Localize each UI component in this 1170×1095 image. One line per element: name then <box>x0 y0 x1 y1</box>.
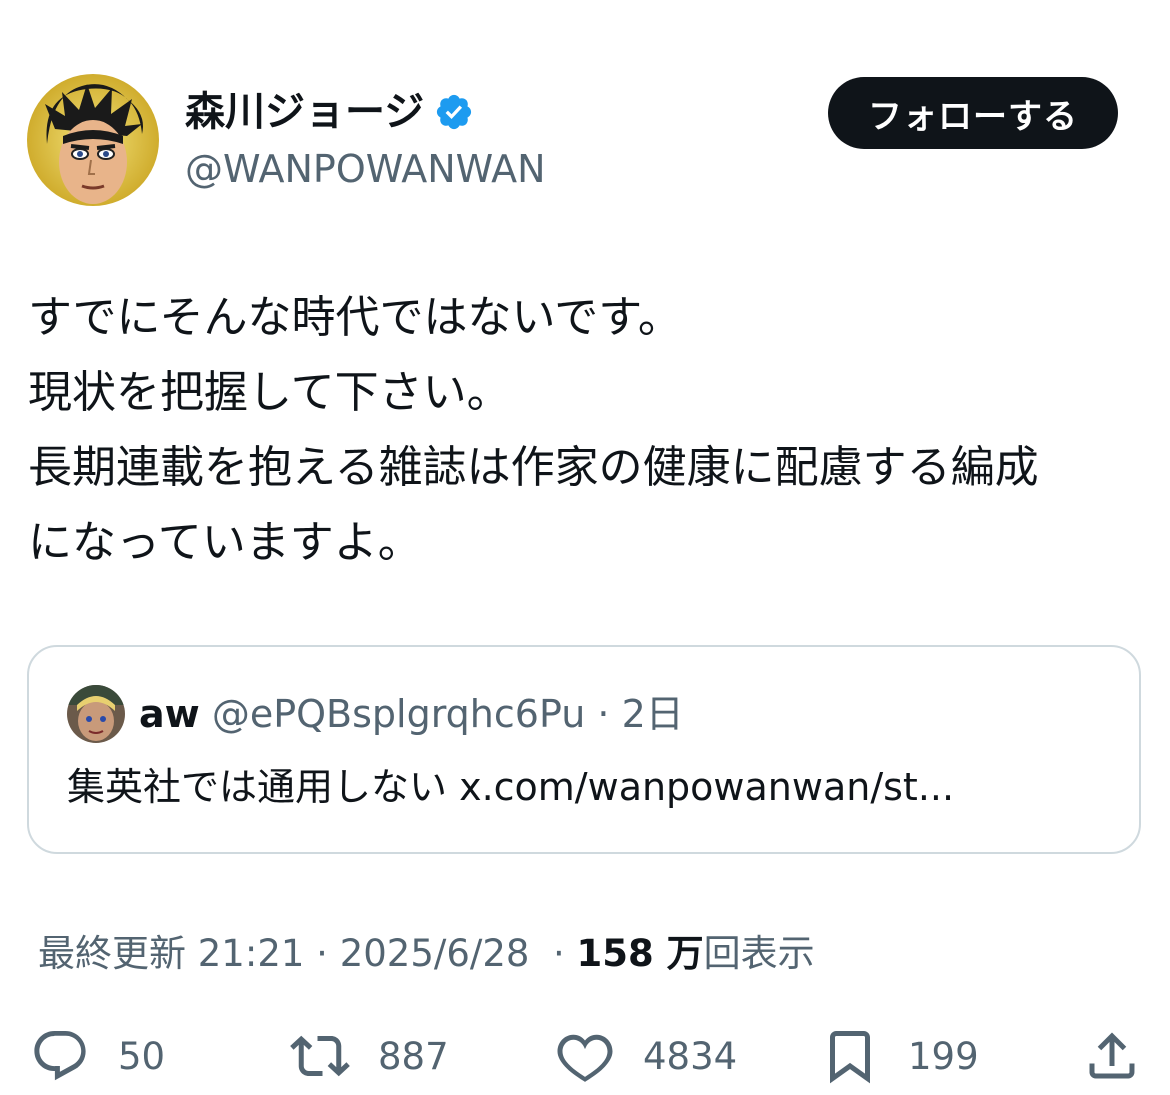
tweet-line: すでにそんな時代ではないです。 <box>28 292 682 343</box>
views-count: 158 万 <box>576 932 704 975</box>
tweet-time[interactable]: 21:21 <box>198 932 305 975</box>
author-handle[interactable]: @WANPOWANWAN <box>185 144 546 194</box>
heart-icon <box>557 1034 613 1082</box>
bookmark-button[interactable]: 199 <box>820 1025 979 1087</box>
tweet-line: 長期連載を抱える雑誌は作家の健康に配慮する編成 <box>28 442 1039 493</box>
follow-button[interactable]: フォローする <box>828 77 1118 149</box>
quoted-author-handle[interactable]: @ePQBsplgrqhc6Pu <box>212 692 585 736</box>
views-label: 回表示 <box>703 932 815 975</box>
like-button[interactable]: 4834 <box>555 1025 737 1087</box>
quoted-tweet-card[interactable]: aw @ePQBsplgrqhc6Pu · 2日 集英社では通用しない x.co… <box>27 645 1141 854</box>
like-count: 4834 <box>643 1034 738 1078</box>
quoted-avatar-icon <box>67 685 125 743</box>
quoted-author-avatar[interactable] <box>67 685 125 743</box>
separator-dot: · <box>552 932 565 975</box>
quoted-tweet-text: 集英社では通用しない x.com/wanpowanwan/st... <box>67 765 955 809</box>
tweet-text: すでにそんな時代ではないです。 現状を把握して下さい。 長期連載を抱える雑誌は作… <box>28 280 1143 580</box>
tweet-line: になっていますよ。 <box>28 517 422 568</box>
quoted-timestamp[interactable]: 2日 <box>622 692 684 736</box>
separator-dot: · <box>316 932 328 975</box>
share-icon <box>1089 1032 1135 1079</box>
quoted-header: aw @ePQBsplgrqhc6Pu · 2日 <box>139 689 684 739</box>
bookmark-count: 199 <box>908 1034 979 1078</box>
reply-icon <box>34 1031 86 1081</box>
verified-badge-icon[interactable] <box>434 92 474 132</box>
share-button[interactable] <box>1082 1025 1142 1087</box>
tweet-line: 現状を把握して下さい。 <box>28 367 511 418</box>
separator-dot: · <box>597 692 610 736</box>
retweet-icon <box>290 1035 350 1077</box>
reply-count: 50 <box>118 1034 166 1078</box>
display-name-text: 森川ジョージ <box>185 89 425 135</box>
updated-label: 最終更新 <box>38 932 186 975</box>
retweet-count: 887 <box>378 1034 449 1078</box>
retweet-button[interactable]: 887 <box>290 1025 449 1087</box>
bookmark-icon <box>830 1031 870 1084</box>
author-avatar[interactable] <box>27 74 159 206</box>
quoted-author-name[interactable]: aw <box>139 692 200 736</box>
manga-character-avatar-icon <box>27 74 159 206</box>
tweet-meta: 最終更新 21:21 · 2025/6/28 · 158 万回表示 <box>38 928 815 980</box>
reply-button[interactable]: 50 <box>30 1025 165 1087</box>
tweet-date[interactable]: 2025/6/28 <box>340 932 530 975</box>
author-display-name[interactable]: 森川ジョージ <box>185 86 474 138</box>
